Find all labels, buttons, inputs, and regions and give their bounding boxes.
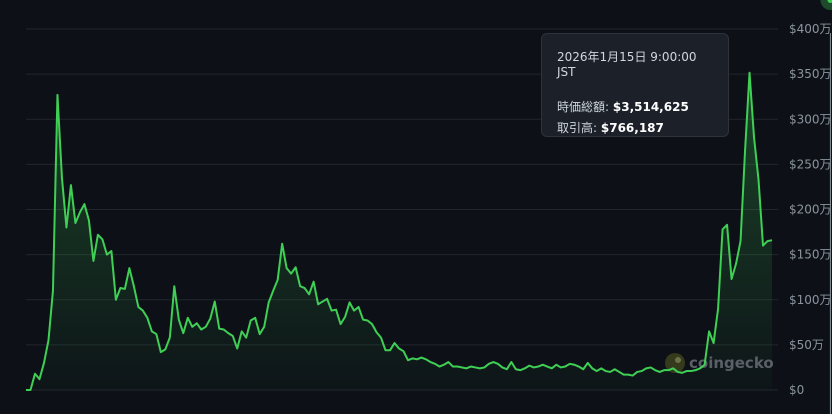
coingecko-logo-eye xyxy=(675,357,681,363)
y-tick-label: $150万 xyxy=(789,248,832,262)
watermark-text: coingecko xyxy=(689,354,774,372)
y-tick-label: $400万 xyxy=(789,22,832,36)
tooltip-date: 2026年1月15日 9:00:00 JST xyxy=(557,50,697,79)
tooltip-market-cap-row: 時価総額: $3,514,625 xyxy=(557,97,713,118)
y-tick-label: $350万 xyxy=(789,67,832,81)
tooltip-volume-row: 取引高: $766,187 xyxy=(557,118,713,139)
volume-label: 取引高: xyxy=(557,121,598,135)
y-tick-label: $250万 xyxy=(789,157,832,171)
market-cap-chart[interactable]: $0 $50万 $100万 $150万 $200万 $250万 $300万 $350万 $400… xyxy=(0,0,832,414)
y-tick-label: $0 xyxy=(789,383,804,397)
y-tick-label: $100万 xyxy=(789,293,832,307)
y-tick-label: $200万 xyxy=(789,203,832,217)
coingecko-watermark: coingecko xyxy=(665,353,774,373)
volume-value: $766,187 xyxy=(600,121,664,135)
market-cap-label: 時価総額: xyxy=(557,100,610,114)
market-cap-value: $3,514,625 xyxy=(612,100,689,114)
y-tick-label: $50万 xyxy=(789,338,824,352)
tooltip: 2026年1月15日 9:00:00 JST 時価総額: $3,514,625 … xyxy=(541,33,729,137)
y-axis: $0 $50万 $100万 $150万 $200万 $250万 $300万 $350万 $400… xyxy=(789,22,832,397)
y-tick-label: $300万 xyxy=(789,112,832,126)
